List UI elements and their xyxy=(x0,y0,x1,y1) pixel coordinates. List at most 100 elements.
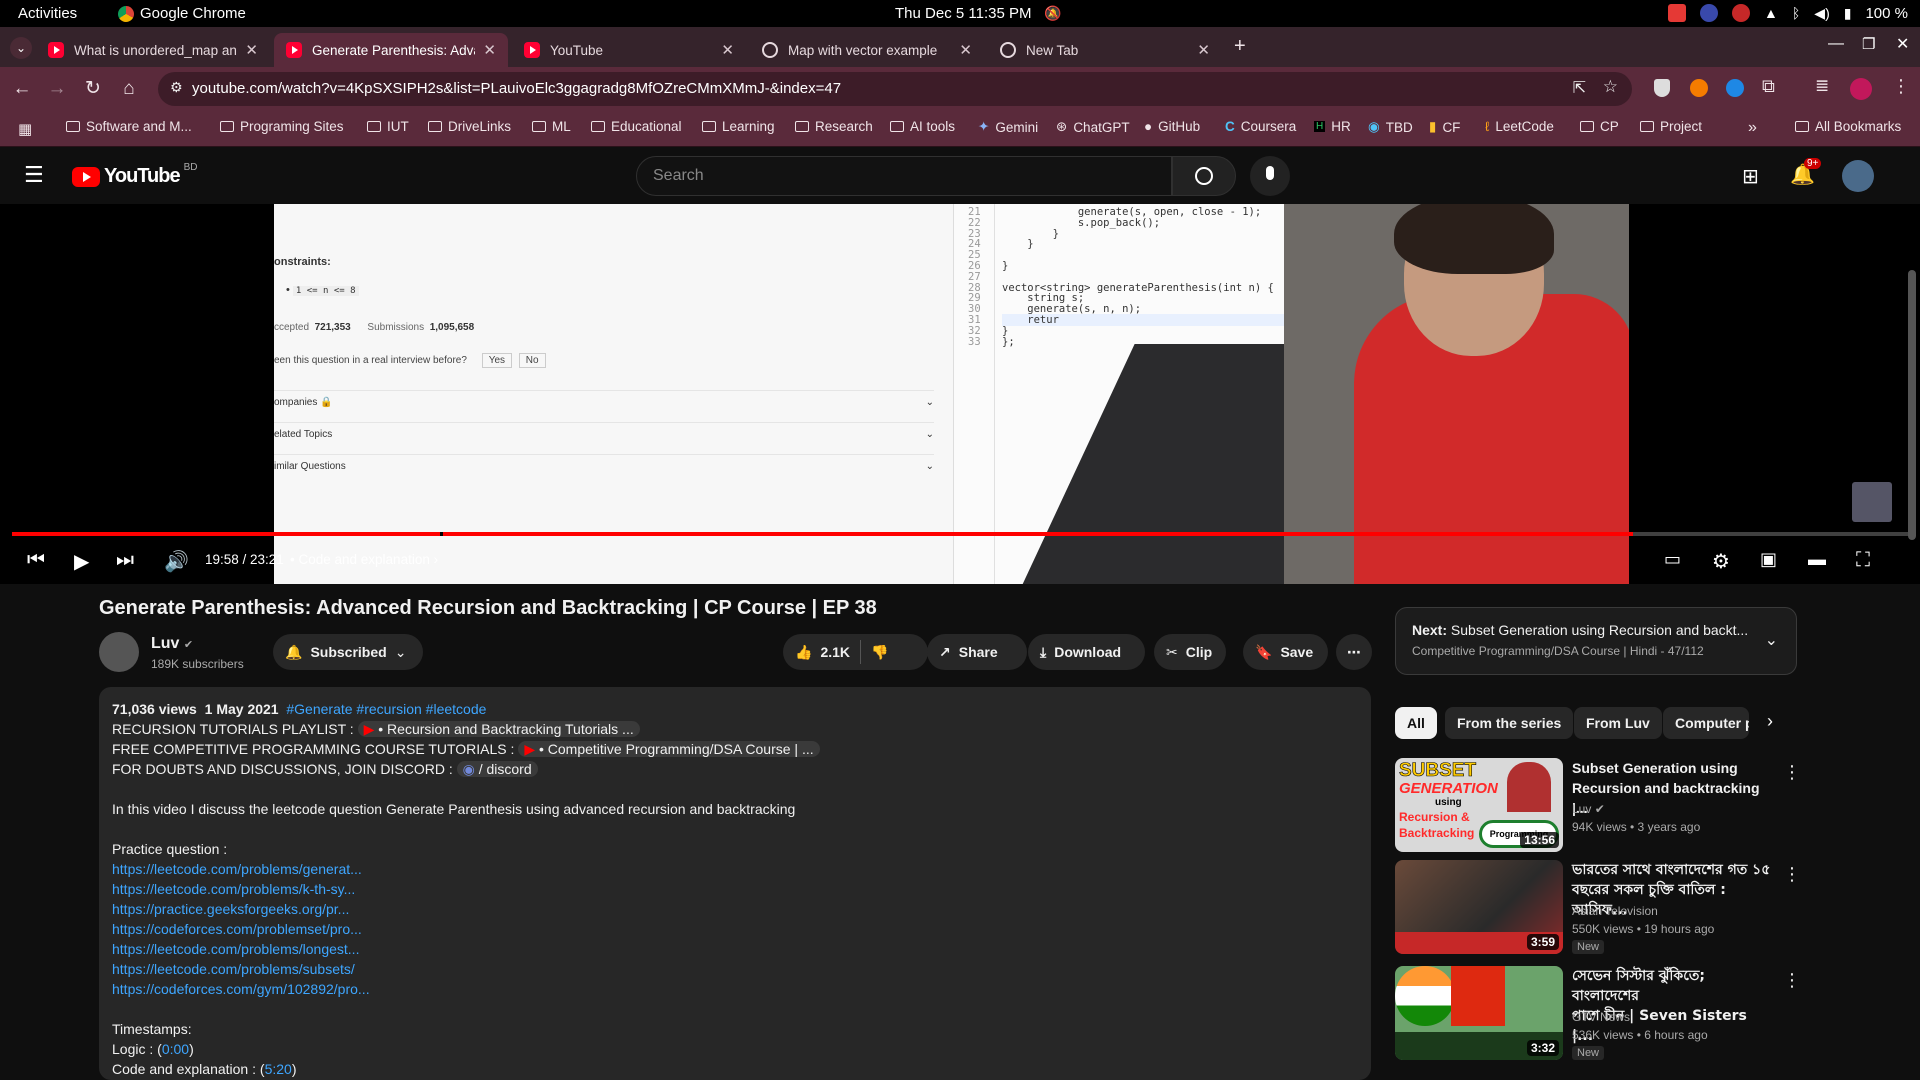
more-options-icon[interactable]: ⋮ xyxy=(1783,970,1801,991)
bookmark-gemini[interactable]: ✦ Gemini xyxy=(978,119,1038,135)
practice-link[interactable]: https://leetcode.com/problems/subsets/ xyxy=(112,959,1358,979)
minimize-button[interactable]: — xyxy=(1828,35,1844,53)
playlist-next-panel[interactable]: Next: Subset Generation using Recursion … xyxy=(1395,607,1797,675)
hamburger-menu-icon[interactable]: ☰ xyxy=(24,162,44,188)
address-bar[interactable]: ⚙ youtube.com/watch?v=4KpSXSIPH2s&list=P… xyxy=(158,72,1632,106)
close-icon[interactable]: ✕ xyxy=(959,41,972,59)
bookmark-folder[interactable]: Project xyxy=(1640,119,1702,134)
chapter-title[interactable]: • Code and explanation › xyxy=(290,552,438,567)
page-scrollbar[interactable] xyxy=(1908,270,1916,540)
home-button[interactable]: ⌂ xyxy=(117,77,141,101)
new-tab-button[interactable]: + xyxy=(1234,35,1246,58)
bookmark-github[interactable]: ● GitHub xyxy=(1144,119,1200,134)
practice-link[interactable]: https://leetcode.com/problems/generat... xyxy=(112,859,1358,879)
video-player[interactable]: onstraints: • 1 <= n <= 8 ccepted 721,35… xyxy=(0,204,1920,584)
close-icon[interactable]: ✕ xyxy=(245,41,258,59)
save-button[interactable]: 🔖 Save xyxy=(1243,634,1328,670)
tab-youtube[interactable]: YouTube ✕ xyxy=(512,33,746,67)
bookmark-cf[interactable]: ▮ CF xyxy=(1429,119,1460,135)
download-button[interactable]: ⤓ Download xyxy=(1028,634,1145,670)
playlist-link[interactable]: ▶ • Recursion and Backtracking Tutorials… xyxy=(357,721,640,737)
settings-gear-icon[interactable]: ⚙ xyxy=(1712,549,1730,574)
like-button[interactable]: 👍 2.1K xyxy=(783,644,850,661)
more-actions-button[interactable]: ⋯ xyxy=(1336,634,1372,670)
chrome-menu-icon[interactable]: ⋮ xyxy=(1892,76,1910,97)
bookmark-folder[interactable]: ML xyxy=(532,119,571,134)
volume-icon[interactable]: 🔊 xyxy=(164,549,189,574)
youtube-logo[interactable]: YouTube BD xyxy=(72,162,197,188)
more-bookmarks-icon[interactable]: » xyxy=(1748,119,1757,137)
close-icon[interactable]: ✕ xyxy=(1197,41,1210,59)
tab-unordered-map[interactable]: What is unordered_map and ✕ xyxy=(36,33,270,67)
fullscreen-icon[interactable]: ⛶ xyxy=(1856,549,1870,572)
close-window-button[interactable]: ✕ xyxy=(1896,34,1909,54)
account-avatar[interactable] xyxy=(1842,160,1874,192)
recommendation-item[interactable]: SUBSET GENERATION using Recursion & Back… xyxy=(1395,758,1805,853)
bookmark-folder[interactable]: Research xyxy=(795,119,873,134)
recommendation-channel[interactable]: Luv ✔ xyxy=(1572,802,1605,816)
system-tray[interactable]: ▲ ᛒ ◀) ▮ 100 % xyxy=(1668,4,1908,22)
media-control-icon[interactable]: ≣ xyxy=(1815,76,1829,96)
extension-orange-icon[interactable] xyxy=(1690,79,1708,97)
maximize-button[interactable]: ❐ xyxy=(1862,35,1875,53)
recommendation-channel[interactable]: GTV News xyxy=(1572,1010,1630,1024)
course-link[interactable]: ▶ • Competitive Programming/DSA Course |… xyxy=(518,741,820,757)
practice-link[interactable]: https://leetcode.com/problems/longest... xyxy=(112,939,1358,959)
voice-search-button[interactable] xyxy=(1250,156,1290,196)
bookmark-tbd[interactable]: ◉ TBD xyxy=(1368,119,1413,135)
hashtags[interactable]: #Generate #recursion #leetcode xyxy=(286,701,486,717)
open-in-app-icon[interactable]: ⇱ xyxy=(1573,78,1586,98)
activities-button[interactable]: Activities xyxy=(18,5,77,22)
search-button[interactable] xyxy=(1172,156,1236,196)
channel-name[interactable]: Luv ✔ xyxy=(151,635,193,653)
practice-link[interactable]: https://leetcode.com/problems/k-th-sy... xyxy=(112,879,1358,899)
tab-map-vector[interactable]: Map with vector example ✕ xyxy=(750,33,984,67)
extension-blue-icon[interactable] xyxy=(1726,79,1744,97)
more-options-icon[interactable]: ⋮ xyxy=(1783,864,1801,885)
bookmark-coursera[interactable]: C Coursera xyxy=(1225,119,1296,134)
chevron-right-icon[interactable]: › xyxy=(1767,711,1773,732)
next-button[interactable]: ⏭ xyxy=(116,549,134,572)
clock[interactable]: Thu Dec 5 11:35 PM xyxy=(895,5,1031,22)
chip-from-series[interactable]: From the series xyxy=(1445,707,1574,739)
subtitles-icon[interactable]: ▭ xyxy=(1664,549,1681,570)
tab-new-tab[interactable]: New Tab ✕ xyxy=(988,33,1222,67)
clip-button[interactable]: ✂ Clip xyxy=(1154,634,1226,670)
create-video-icon[interactable]: ⊞ xyxy=(1742,164,1759,189)
more-options-icon[interactable]: ⋮ xyxy=(1783,762,1801,783)
practice-link[interactable]: https://codeforces.com/problemset/pro... xyxy=(112,919,1358,939)
bookmark-folder[interactable]: Learning xyxy=(702,119,775,134)
bookmark-leetcode[interactable]: ℓ LeetCode xyxy=(1485,119,1554,134)
timestamp-link[interactable]: 5:20 xyxy=(265,1061,292,1077)
bookmark-folder[interactable]: Programing Sites xyxy=(220,119,344,134)
timestamp-link[interactable]: 0:00 xyxy=(162,1041,189,1057)
recommendation-channel[interactable]: Asian Television xyxy=(1572,904,1658,918)
bookmark-folder[interactable]: IUT xyxy=(367,119,409,134)
bookmark-folder[interactable]: AI tools xyxy=(890,119,955,134)
bookmark-folder[interactable]: CP xyxy=(1580,119,1619,134)
recommendation-item[interactable]: 3:59 ভারতের সাথে বাংলাদেশের গত ১৫ বছরের স… xyxy=(1395,860,1805,955)
channel-avatar[interactable] xyxy=(99,632,139,672)
app-menu[interactable]: Google Chrome xyxy=(118,5,246,22)
close-icon[interactable]: ✕ xyxy=(721,41,734,59)
previous-button[interactable]: ⏮ xyxy=(27,549,45,572)
practice-link[interactable]: https://codeforces.com/gym/102892/pro... xyxy=(112,979,1358,999)
all-bookmarks[interactable]: All Bookmarks xyxy=(1795,119,1901,134)
play-button[interactable]: ▶ xyxy=(74,549,89,574)
extensions-puzzle-icon[interactable]: ⧉ xyxy=(1762,76,1775,97)
bookmark-hr[interactable]: H HR xyxy=(1314,119,1351,134)
discord-link[interactable]: ◉ / discord xyxy=(456,761,538,777)
reload-button[interactable]: ↻ xyxy=(81,77,105,101)
profile-avatar[interactable] xyxy=(1850,78,1872,100)
chip-all[interactable]: All xyxy=(1395,707,1437,739)
recommendation-item[interactable]: 3:32 সেভেন সিস্টার ঝুঁকিতে; বাংলাদেশের পা… xyxy=(1395,966,1805,1061)
url-text[interactable]: youtube.com/watch?v=4KpSXSIPH2s&list=PLa… xyxy=(192,80,841,97)
bookmark-folder[interactable]: DriveLinks xyxy=(428,119,511,134)
video-thumbnail[interactable]: 3:32 xyxy=(1395,966,1563,1060)
apps-grid-icon[interactable]: ▦ xyxy=(18,120,32,138)
search-input[interactable]: Search xyxy=(636,156,1172,196)
chip-from-luv[interactable]: From Luv xyxy=(1574,707,1662,739)
description-box[interactable]: 71,036 views 1 May 2021 #Generate #recur… xyxy=(99,687,1371,1080)
theater-mode-icon[interactable]: ▬ xyxy=(1808,549,1826,570)
video-thumbnail[interactable]: 3:59 xyxy=(1395,860,1563,954)
